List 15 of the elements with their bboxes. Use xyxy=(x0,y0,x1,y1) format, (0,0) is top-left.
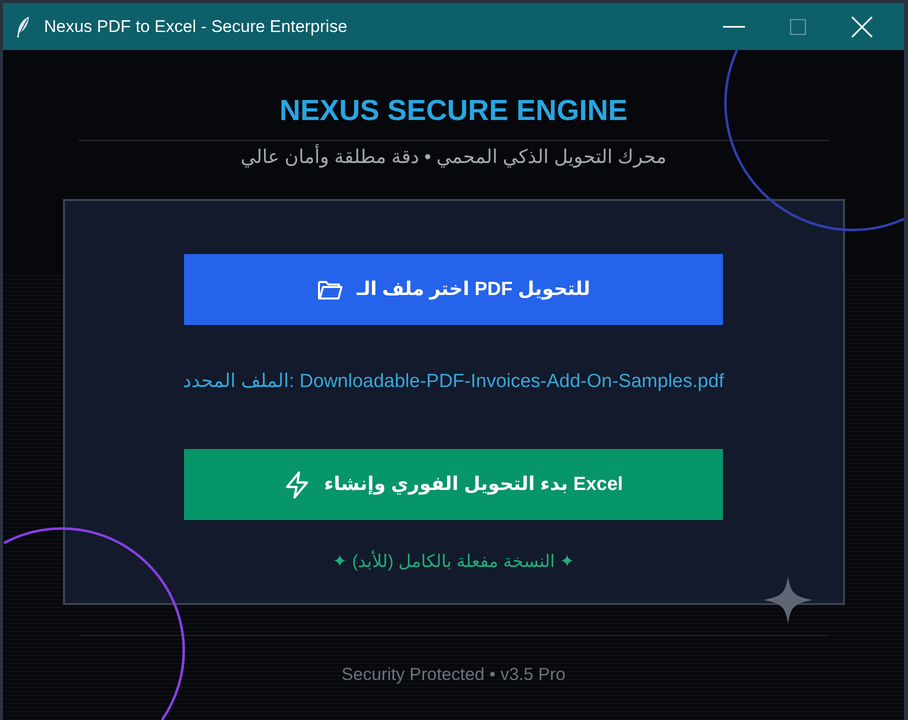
sparkle-icon xyxy=(763,576,813,624)
subtitle: محرك التحويل الذكي المحمي • دقة مطلقة وأمان عالي xyxy=(240,146,666,170)
convert-button[interactable]: بدء التحويل الفوري وإنشاء Excel xyxy=(184,449,723,520)
app-title: NEXUS SECURE ENGINE xyxy=(279,94,628,128)
footer-text: Security Protected • v3.5 Pro xyxy=(341,663,566,685)
minimize-icon xyxy=(723,26,745,28)
select-file-button[interactable]: اختر ملف الـ PDF للتحويل xyxy=(184,254,723,325)
maximize-icon xyxy=(790,18,806,34)
license-status: ✦ النسخة مفعلة بالكامل (للأبد) ✦ xyxy=(332,549,574,573)
selected-file-label: الملف المحدد: Downloadable-PDF-Invoices-Add-On-Samples.pdf xyxy=(182,370,724,394)
folder-icon xyxy=(316,278,343,300)
lightning-icon xyxy=(284,470,310,498)
feather-icon xyxy=(16,16,30,38)
close-icon xyxy=(851,16,873,38)
window-title: Nexus PDF to Excel - Secure Enterprise xyxy=(44,16,348,36)
